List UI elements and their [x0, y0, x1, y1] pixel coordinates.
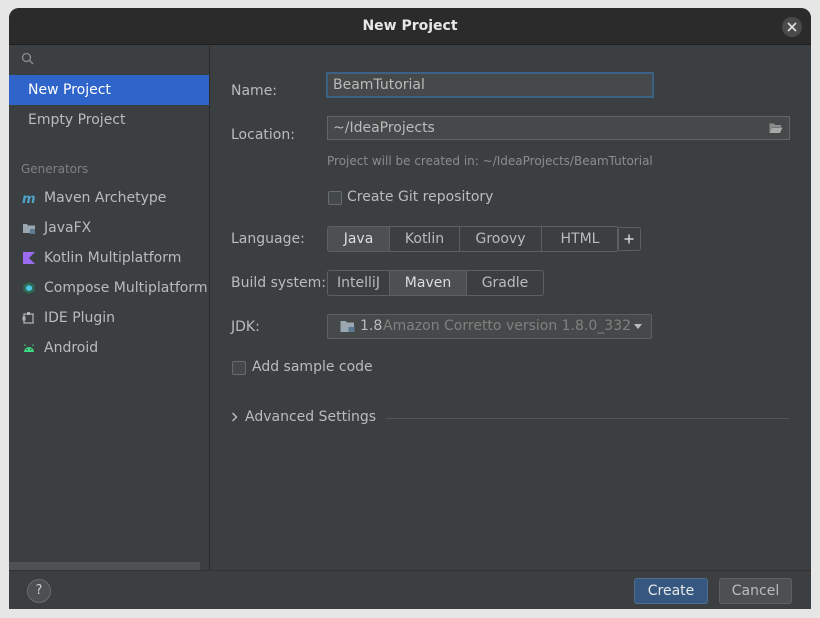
build-system-label: Build system:: [231, 275, 326, 291]
sidebar-item-compose-multiplatform[interactable]: Compose Multiplatform: [9, 273, 209, 303]
compose-icon: [23, 282, 35, 294]
create-button-label: Create: [647, 583, 695, 599]
sidebar-item-label: Kotlin Multiplatform: [44, 250, 182, 266]
close-icon: [787, 22, 797, 32]
location-hint: Project will be created in: ~/IdeaProjec…: [327, 154, 653, 168]
plus-icon: [624, 234, 634, 244]
project-settings-form: Name: BeamTutorial Location: ~/IdeaProje…: [211, 46, 811, 570]
sidebar-item-empty-project[interactable]: Empty Project: [9, 105, 209, 135]
maven-icon: m: [22, 192, 36, 205]
cancel-button[interactable]: Cancel: [719, 578, 792, 604]
jdk-version: 1.8: [360, 318, 383, 334]
sample-code-checkbox[interactable]: [232, 361, 246, 375]
sidebar: New Project Empty Project Generators m M…: [9, 46, 210, 570]
language-option-java[interactable]: Java: [328, 227, 390, 251]
close-button[interactable]: [782, 17, 802, 37]
build-option-maven[interactable]: Maven: [390, 271, 467, 295]
add-language-button[interactable]: [617, 227, 641, 251]
language-option-groovy[interactable]: Groovy: [460, 227, 542, 251]
language-option-html[interactable]: HTML: [542, 227, 618, 251]
location-value: ~/IdeaProjects: [333, 120, 435, 136]
advanced-settings-label: Advanced Settings: [245, 409, 377, 425]
svg-text:m: m: [22, 192, 36, 205]
git-label: Create Git repository: [347, 189, 494, 205]
search-icon: [21, 52, 34, 65]
advanced-settings-divider: [386, 418, 789, 419]
folder-icon: [23, 224, 35, 234]
chevron-right-icon: [232, 412, 238, 422]
new-project-dialog: New Project New Project Empty Project Ge…: [9, 8, 811, 609]
sidebar-item-javafx[interactable]: JavaFX: [9, 213, 209, 243]
sidebar-item-label: New Project: [28, 82, 111, 98]
build-option-gradle[interactable]: Gradle: [467, 271, 543, 295]
build-option-intellij[interactable]: IntelliJ: [328, 271, 390, 295]
git-checkbox[interactable]: [328, 191, 342, 205]
kotlin-icon: [23, 252, 35, 264]
name-label: Name:: [231, 83, 278, 99]
sidebar-item-new-project[interactable]: New Project: [9, 75, 209, 105]
advanced-settings-toggle[interactable]: Advanced Settings: [231, 406, 381, 428]
jdk-dropdown[interactable]: 1.8 Amazon Corretto version 1.8.0_332: [327, 314, 652, 339]
sidebar-item-label: JavaFX: [44, 220, 92, 236]
build-system-selector: IntelliJ Maven Gradle: [327, 270, 544, 296]
jdk-folder-icon: [340, 321, 355, 332]
sidebar-item-android[interactable]: Android: [9, 333, 209, 363]
browse-folder-icon[interactable]: [769, 122, 783, 134]
sidebar-item-maven-archetype[interactable]: m Maven Archetype: [9, 183, 209, 213]
language-label: Language:: [231, 231, 305, 247]
sidebar-scrollbar[interactable]: [9, 562, 200, 570]
sidebar-item-label: Empty Project: [28, 112, 126, 128]
jdk-label: JDK:: [231, 319, 260, 335]
language-option-kotlin[interactable]: Kotlin: [390, 227, 460, 251]
create-button[interactable]: Create: [634, 578, 708, 604]
cancel-button-label: Cancel: [731, 583, 780, 599]
sample-code-label: Add sample code: [252, 359, 373, 375]
sidebar-item-label: Maven Archetype: [44, 190, 167, 206]
sidebar-search[interactable]: [9, 46, 210, 74]
sidebar-item-ide-plugin[interactable]: IDE Plugin: [9, 303, 209, 333]
plugin-icon: [22, 312, 34, 324]
sidebar-item-kotlin-multiplatform[interactable]: Kotlin Multiplatform: [9, 243, 209, 273]
generators-heading: Generators: [21, 162, 89, 176]
jdk-name: Amazon Corretto version 1.8.0_332: [383, 318, 632, 334]
chevron-down-icon: [634, 324, 642, 329]
sidebar-item-label: Android: [44, 340, 99, 356]
dialog-title: New Project: [362, 18, 458, 34]
location-field[interactable]: ~/IdeaProjects: [327, 116, 790, 140]
android-icon: [24, 344, 34, 352]
help-button[interactable]: ?: [27, 579, 51, 603]
language-selector: Java Kotlin Groovy HTML: [327, 226, 619, 252]
sidebar-item-label: Compose Multiplatform: [44, 280, 208, 296]
name-value: BeamTutorial: [333, 77, 425, 93]
name-field[interactable]: BeamTutorial: [326, 72, 654, 98]
location-label: Location:: [231, 127, 295, 143]
sidebar-item-label: IDE Plugin: [44, 310, 116, 326]
dialog-footer: ? Create Cancel: [9, 570, 811, 609]
title-bar: New Project: [9, 8, 811, 45]
